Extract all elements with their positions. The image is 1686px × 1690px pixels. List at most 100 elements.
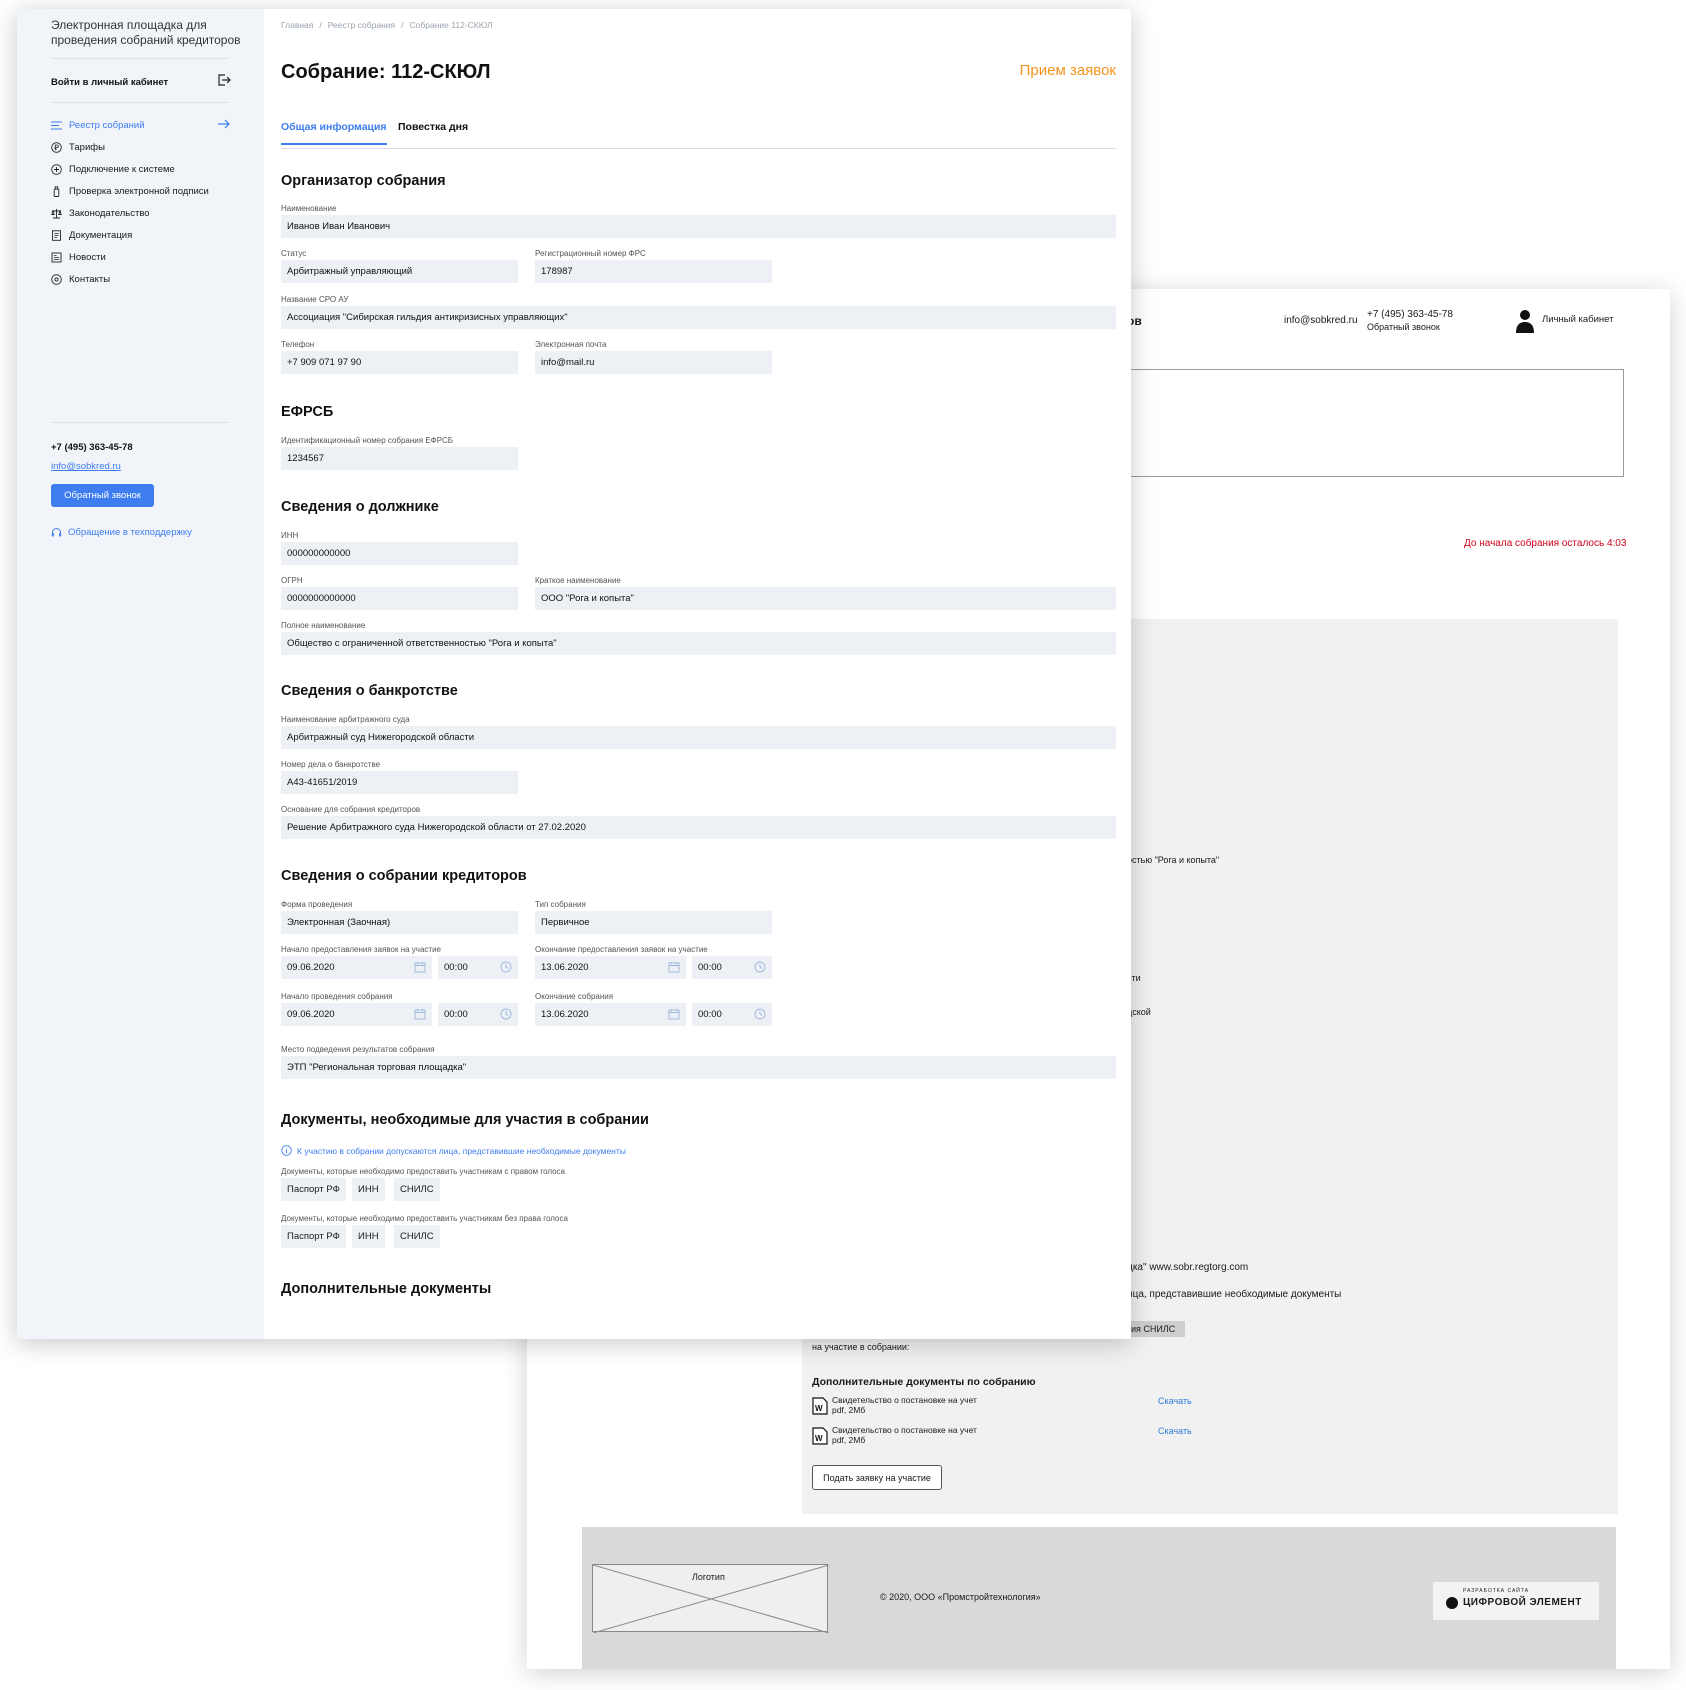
banner-placeholder xyxy=(1121,369,1624,477)
logo-label: Логотип xyxy=(690,1572,727,1582)
doc-meta: pdf, 2Мб xyxy=(832,1405,866,1415)
apps-end-date-field[interactable]: 13.06.2020 xyxy=(535,956,686,979)
field-label: Окончание предоставления заявок на участ… xyxy=(535,945,708,954)
debtor-inn-field: 000000000000 xyxy=(281,542,518,565)
clock-icon[interactable] xyxy=(754,1008,766,1020)
doc-name: Свидетельство о постановке на учет xyxy=(832,1395,977,1405)
status-badge: Прием заявок xyxy=(1019,62,1116,79)
meeting-place-field: ЭТП "Региональная торговая площадка" xyxy=(281,1056,1116,1079)
time-value: 00:00 xyxy=(698,962,722,973)
meeting-type-field: Первичное xyxy=(535,911,772,934)
clock-icon[interactable] xyxy=(754,961,766,973)
download-link[interactable]: Скачать xyxy=(1158,1426,1192,1436)
field-label: Документы, которые необходимо предостави… xyxy=(281,1214,568,1223)
site-brand[interactable]: Электронная площадка для проведения собр… xyxy=(51,18,241,48)
apps-end-time-field[interactable]: 00:00 xyxy=(692,956,772,979)
header-callback[interactable]: Обратный звонок xyxy=(1367,322,1440,332)
bankruptcy-court-field: Арбитражный суд Нижегородской области xyxy=(281,726,1116,749)
sidebar-item-documentation[interactable]: Документация xyxy=(51,224,231,246)
field-label: Полное наименование xyxy=(281,621,366,630)
info-icon xyxy=(281,1145,292,1156)
logo-placeholder: Логотип xyxy=(592,1564,829,1633)
main-content: Главная / Реестр собрания / Собрание 112-СКЮ… xyxy=(281,9,1116,1339)
header-cabinet[interactable]: Личный кабинет xyxy=(1542,314,1613,325)
field-label: Начало предоставления заявок на участие xyxy=(281,945,441,954)
clock-icon[interactable] xyxy=(500,1008,512,1020)
organizer-phone-field: +7 909 071 97 90 xyxy=(281,351,518,374)
sidebar-item-registry[interactable]: Реестр собраний xyxy=(51,114,231,136)
news-icon xyxy=(51,252,62,262)
organizer-reg-field: 178987 xyxy=(535,260,772,283)
meeting-start-time-field[interactable]: 00:00 xyxy=(438,1003,518,1026)
sidebar-nav: Реестр собраний Тарифы Подключение к сис… xyxy=(51,114,231,290)
support-link[interactable]: Обращение в техподдержку xyxy=(51,527,192,538)
apply-button[interactable]: Подать заявку на участие xyxy=(812,1465,942,1490)
field-label: Статус xyxy=(281,249,307,258)
brand-large: ЦИФРОВОЙ ЭЛЕМЕНТ xyxy=(1463,1597,1582,1608)
document-icon xyxy=(52,229,61,241)
sidebar-item-news[interactable]: Новости xyxy=(51,246,231,268)
meeting-end-date-field[interactable]: 13.06.2020 xyxy=(535,1003,686,1026)
header-email[interactable]: info@sobkred.ru xyxy=(1284,315,1358,326)
section-heading: ЕФРСБ xyxy=(281,404,334,420)
field-label: Идентификационный номер собрания ЕФРСБ xyxy=(281,436,454,445)
svg-text:W: W xyxy=(815,1404,823,1413)
calendar-icon[interactable] xyxy=(414,1008,426,1020)
field-label: Начало проведения собрания xyxy=(281,992,393,1001)
sidebar-item-signature[interactable]: Проверка электронной подписи xyxy=(51,180,231,202)
doc-chip: СНИЛС xyxy=(394,1225,440,1248)
debtor-ogrn-field: 0000000000000 xyxy=(281,587,518,610)
field-label: Электронная почта xyxy=(535,340,607,349)
plus-circle-icon xyxy=(51,163,62,175)
field-label: Основание для собрания кредиторов xyxy=(281,805,421,814)
organizer-status-field: Арбитражный управляющий xyxy=(281,260,518,283)
time-value: 00:00 xyxy=(444,1009,468,1020)
meeting-start-date-field[interactable]: 09.06.2020 xyxy=(281,1003,432,1026)
meeting-form-field: Электронная (Заочная) xyxy=(281,911,518,934)
header-phone[interactable]: +7 (495) 363-45-78 xyxy=(1367,309,1453,320)
divider xyxy=(51,58,229,59)
field-label: Наименование xyxy=(281,204,337,213)
breadcrumb-item[interactable]: Главная xyxy=(281,20,313,30)
word-document-icon: W xyxy=(812,1397,828,1415)
calendar-icon[interactable] xyxy=(668,1008,680,1020)
sidebar-email[interactable]: info@sobkred.ru xyxy=(51,461,121,472)
tab-general[interactable]: Общая информация xyxy=(281,121,387,145)
tab-bar: Общая информация Повестка дня xyxy=(281,114,1116,149)
organizer-email-field: info@mail.ru xyxy=(535,351,772,374)
section-heading: Организатор собрания xyxy=(281,173,446,189)
extra-docs-title: Дополнительные документы по собранию xyxy=(812,1376,1036,1388)
calendar-icon[interactable] xyxy=(668,961,680,973)
divider xyxy=(51,102,229,103)
sidebar-item-legislation[interactable]: Законодательство xyxy=(51,202,231,224)
sidebar-phone[interactable]: +7 (495) 363-45-78 xyxy=(51,442,133,453)
sidebar-item-connect[interactable]: Подключение к системе xyxy=(51,158,231,180)
breadcrumb-item: Собрание 112-СКЮЛ xyxy=(409,20,493,30)
sidebar-item-tariffs[interactable]: Тарифы xyxy=(51,136,231,158)
clock-icon[interactable] xyxy=(500,961,512,973)
sidebar-item-contacts[interactable]: Контакты xyxy=(51,268,231,290)
apps-start-date-field[interactable]: 09.06.2020 xyxy=(281,956,432,979)
download-link[interactable]: Скачать xyxy=(1158,1396,1192,1406)
doc-meta: pdf, 2Мб xyxy=(832,1435,866,1445)
countdown-timer: До начала собрания осталось 4:03 xyxy=(1464,538,1627,549)
callback-button[interactable]: Обратный звонок xyxy=(51,484,154,507)
logout-icon[interactable] xyxy=(217,73,231,87)
meeting-end-time-field[interactable]: 00:00 xyxy=(692,1003,772,1026)
efrsb-id-field: 1234567 xyxy=(281,447,518,470)
breadcrumb-item[interactable]: Реестр собрания xyxy=(328,20,395,30)
calendar-icon[interactable] xyxy=(414,961,426,973)
tab-agenda[interactable]: Повестка дня xyxy=(398,121,468,143)
breadcrumb: Главная / Реестр собрания / Собрание 112-СКЮ… xyxy=(281,20,493,30)
field-label: Регистрационный номер ФРС xyxy=(535,249,646,258)
organizer-sro-field: Ассоциация "Сибирская гильдия антикризис… xyxy=(281,306,1116,329)
field-label: ОГРН xyxy=(281,576,303,585)
apps-start-time-field[interactable]: 00:00 xyxy=(438,956,518,979)
brand-dot-icon xyxy=(1446,1597,1458,1609)
section-heading: Дополнительные документы xyxy=(281,1281,492,1297)
debtor-full-field: Общество с ограниченной ответственностью… xyxy=(281,632,1116,655)
brand-small: РАЗРАБОТКА САЙТА xyxy=(1463,1588,1530,1594)
sidebar-item-label: Документация xyxy=(69,229,133,241)
login-link[interactable]: Войти в личный кабинет xyxy=(51,77,229,88)
developer-brand[interactable]: РАЗРАБОТКА САЙТА ЦИФРОВОЙ ЭЛЕМЕНТ xyxy=(1433,1582,1599,1620)
